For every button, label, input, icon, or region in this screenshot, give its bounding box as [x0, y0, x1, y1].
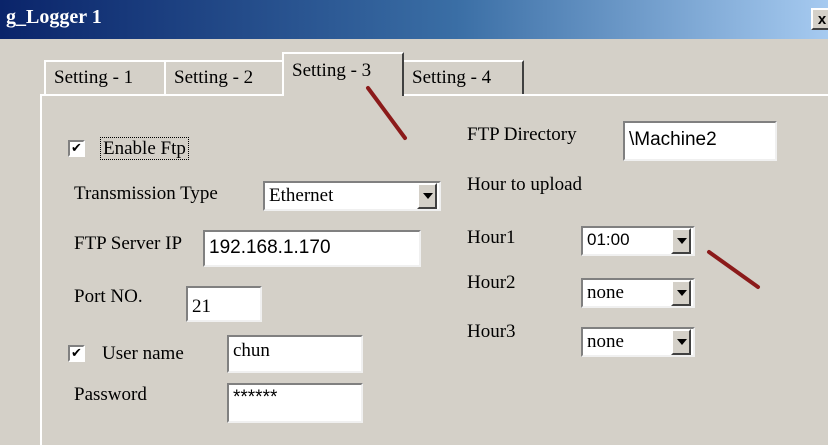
annotation-slash-hour	[707, 250, 760, 289]
annotation-marks	[366, 86, 760, 289]
annotation-slash-tab	[366, 86, 407, 140]
dialog-window: g_Logger 1 x Setting - 1 Setting - 2 Set…	[0, 0, 828, 445]
